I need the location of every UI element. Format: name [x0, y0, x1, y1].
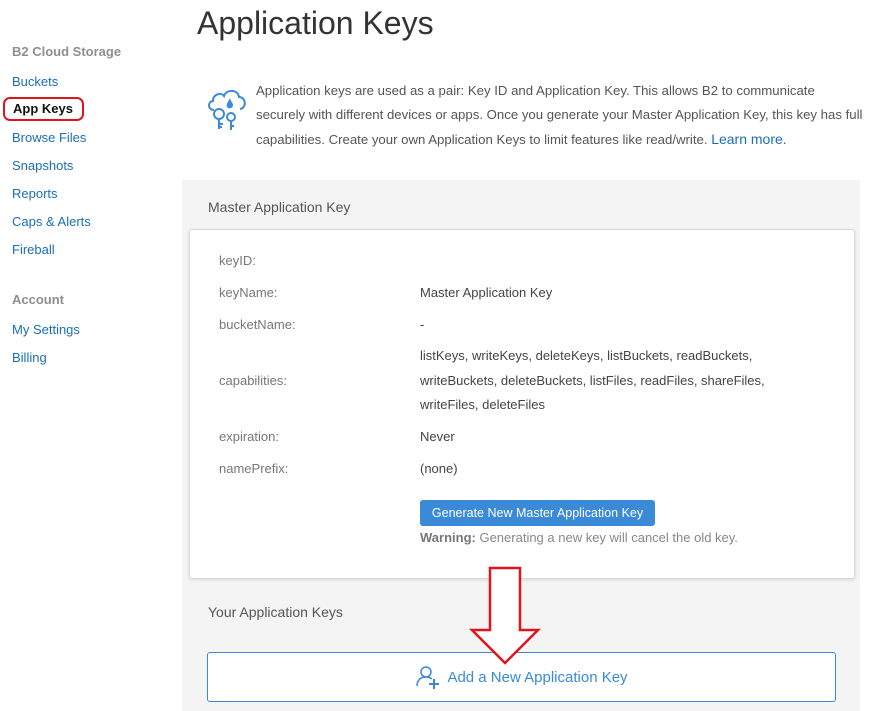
sidebar-item-my-settings[interactable]: My Settings [12, 322, 80, 337]
sidebar-item-reports[interactable]: Reports [12, 186, 58, 201]
generate-master-key-button[interactable]: Generate New Master Application Key [420, 500, 655, 526]
expiration-label: expiration: [219, 429, 279, 444]
bucket-name-value: - [420, 317, 425, 332]
sidebar-heading-b2: B2 Cloud Storage [12, 44, 122, 59]
sidebar-item-browse-files[interactable]: Browse Files [12, 130, 86, 145]
learn-more-link[interactable]: Learn more. [711, 131, 786, 147]
bucket-name-label: bucketName: [219, 317, 296, 332]
expiration-value: Never [420, 429, 455, 444]
name-prefix-value: (none) [420, 461, 458, 476]
cloud-key-icon [208, 89, 246, 130]
add-application-key-label: Add a New Application Key [447, 668, 628, 686]
sidebar-item-caps-alerts[interactable]: Caps & Alerts [12, 214, 91, 229]
capabilities-value: listKeys, writeKeys, deleteKeys, listBuc… [420, 348, 765, 412]
sidebar-item-fireball[interactable]: Fireball [12, 242, 55, 257]
page-title: Application Keys [197, 5, 434, 41]
add-user-icon [416, 666, 440, 689]
down-arrow-annotation [468, 566, 542, 665]
sidebar-heading-account: Account [12, 292, 64, 307]
warning-message: Warning: Generating a new key will cance… [420, 530, 738, 545]
your-keys-section-title: Your Application Keys [208, 604, 343, 620]
sidebar-item-billing[interactable]: Billing [12, 350, 47, 365]
name-prefix-label: namePrefix: [219, 461, 289, 476]
key-id-label: keyID: [219, 253, 256, 268]
warning-label: Warning: [420, 530, 476, 545]
capabilities-label: capabilities: [219, 373, 287, 388]
key-name-label: keyName: [219, 285, 278, 300]
sidebar-item-app-keys[interactable]: App Keys [3, 97, 84, 121]
key-name-value: Master Application Key [420, 285, 553, 300]
intro-text: Application keys are used as a pair: Key… [256, 79, 866, 152]
sidebar-item-snapshots[interactable]: Snapshots [12, 158, 73, 173]
warning-text: Generating a new key will cancel the old… [479, 530, 738, 545]
sidebar-item-buckets[interactable]: Buckets [12, 74, 58, 89]
master-key-section-title: Master Application Key [208, 199, 351, 215]
